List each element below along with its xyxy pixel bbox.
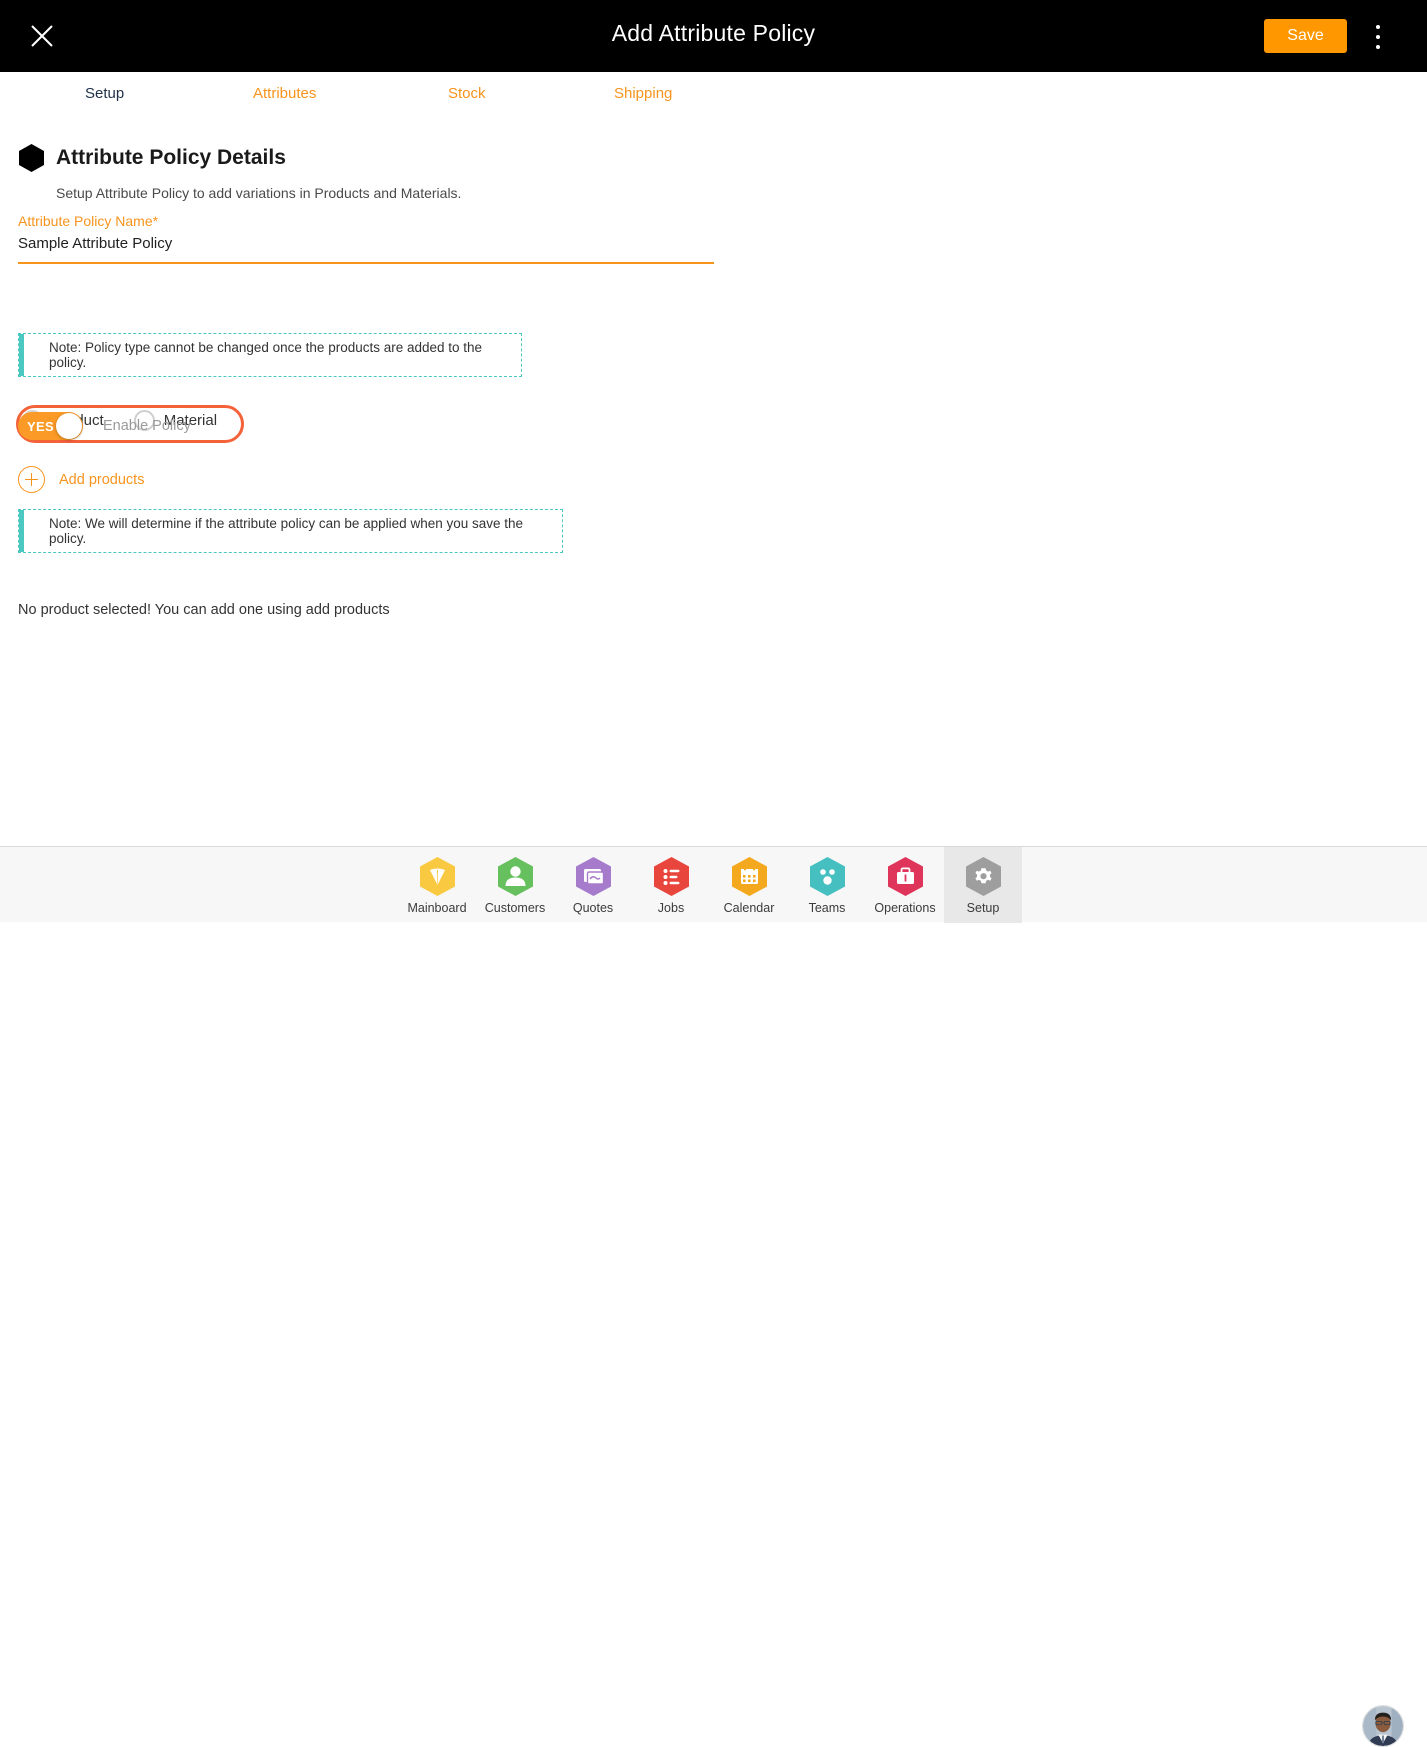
required-marker: *	[152, 213, 159, 229]
bottom-nav-items: Mainboard Customers Quotes Jobs Calendar…	[398, 847, 1022, 923]
top-header-bar: Add Attribute Policy Save	[0, 0, 1427, 72]
customers-hexagon-icon	[497, 856, 533, 896]
nav-item-teams[interactable]: Teams	[788, 847, 866, 923]
calendar-hexagon-icon	[731, 856, 767, 896]
bottom-navigation-bar: Mainboard Customers Quotes Jobs Calendar…	[0, 846, 1427, 1747]
note-policy-type: Note: Policy type cannot be changed once…	[18, 333, 522, 377]
nav-item-mainboard[interactable]: Mainboard	[398, 847, 476, 923]
nav-item-calendar[interactable]: Calendar	[710, 847, 788, 923]
avatar	[1362, 1705, 1404, 1747]
kebab-dot	[1376, 35, 1380, 39]
note-apply-policy-text: Note: We will determine if the attribute…	[49, 516, 524, 546]
user-avatar-button[interactable]	[1362, 1705, 1404, 1747]
section-title: Attribute Policy Details	[56, 146, 286, 169]
kebab-dot	[1376, 25, 1380, 29]
nav-label-operations: Operations	[874, 900, 936, 915]
teams-hexagon-icon	[809, 856, 845, 896]
nav-item-operations[interactable]: Operations	[866, 847, 944, 923]
nav-label-setup: Setup	[966, 900, 1000, 915]
nav-item-quotes[interactable]: Quotes	[554, 847, 632, 923]
nav-label-customers: Customers	[484, 900, 546, 915]
nav-label-calendar: Calendar	[723, 900, 775, 915]
mainboard-hexagon-icon	[419, 856, 455, 896]
plus-circle-icon	[18, 466, 45, 493]
kebab-dot	[1376, 45, 1380, 49]
add-products-button[interactable]: Add products	[18, 466, 144, 493]
hexagon-bullet-icon	[19, 144, 44, 172]
note-policy-type-text: Note: Policy type cannot be changed once…	[49, 340, 483, 370]
policy-name-label-text: Attribute Policy Name	[18, 213, 153, 229]
overflow-menu-button[interactable]	[1365, 22, 1391, 52]
quotes-hexagon-icon	[575, 856, 611, 896]
operations-hexagon-icon	[887, 856, 923, 896]
note-apply-policy: Note: We will determine if the attribute…	[18, 509, 563, 553]
nav-label-quotes: Quotes	[572, 900, 614, 915]
settings-gear-hexagon-icon	[965, 856, 1001, 896]
setup-form-panel: Attribute Policy Details Setup Attribute…	[0, 125, 1427, 845]
nav-item-jobs[interactable]: Jobs	[632, 847, 710, 923]
toggle-knob	[56, 413, 82, 439]
policy-name-underline	[18, 262, 714, 264]
jobs-hexagon-icon	[653, 856, 689, 896]
tab-attributes[interactable]: Attributes	[253, 85, 316, 102]
nav-item-setup[interactable]: Setup	[944, 847, 1022, 923]
enable-policy-label: Enable Policy	[103, 418, 191, 434]
nav-label-mainboard: Mainboard	[407, 900, 467, 915]
tab-setup[interactable]: Setup	[85, 85, 124, 102]
enable-policy-toggle[interactable]: YES	[18, 412, 83, 440]
tab-shipping[interactable]: Shipping	[614, 85, 672, 102]
toggle-state-text: YES	[27, 418, 54, 434]
section-subtitle: Setup Attribute Policy to add variations…	[56, 185, 462, 201]
nav-item-customers[interactable]: Customers	[476, 847, 554, 923]
nav-label-jobs: Jobs	[657, 900, 685, 915]
enable-policy-row: YES Enable Policy	[18, 412, 191, 440]
add-products-label: Add products	[59, 471, 145, 488]
save-button[interactable]: Save	[1264, 19, 1347, 53]
policy-name-input[interactable]	[18, 235, 714, 258]
tab-bar: Setup Attributes Stock Shipping	[0, 72, 1427, 206]
page-title: Add Attribute Policy	[611, 20, 816, 46]
nav-label-teams: Teams	[808, 900, 846, 915]
policy-name-label: Attribute Policy Name*	[18, 213, 158, 229]
section-header: Attribute Policy Details	[19, 144, 286, 172]
tab-stock[interactable]: Stock	[448, 85, 486, 102]
empty-state-message: No product selected! You can add one usi…	[18, 602, 390, 618]
